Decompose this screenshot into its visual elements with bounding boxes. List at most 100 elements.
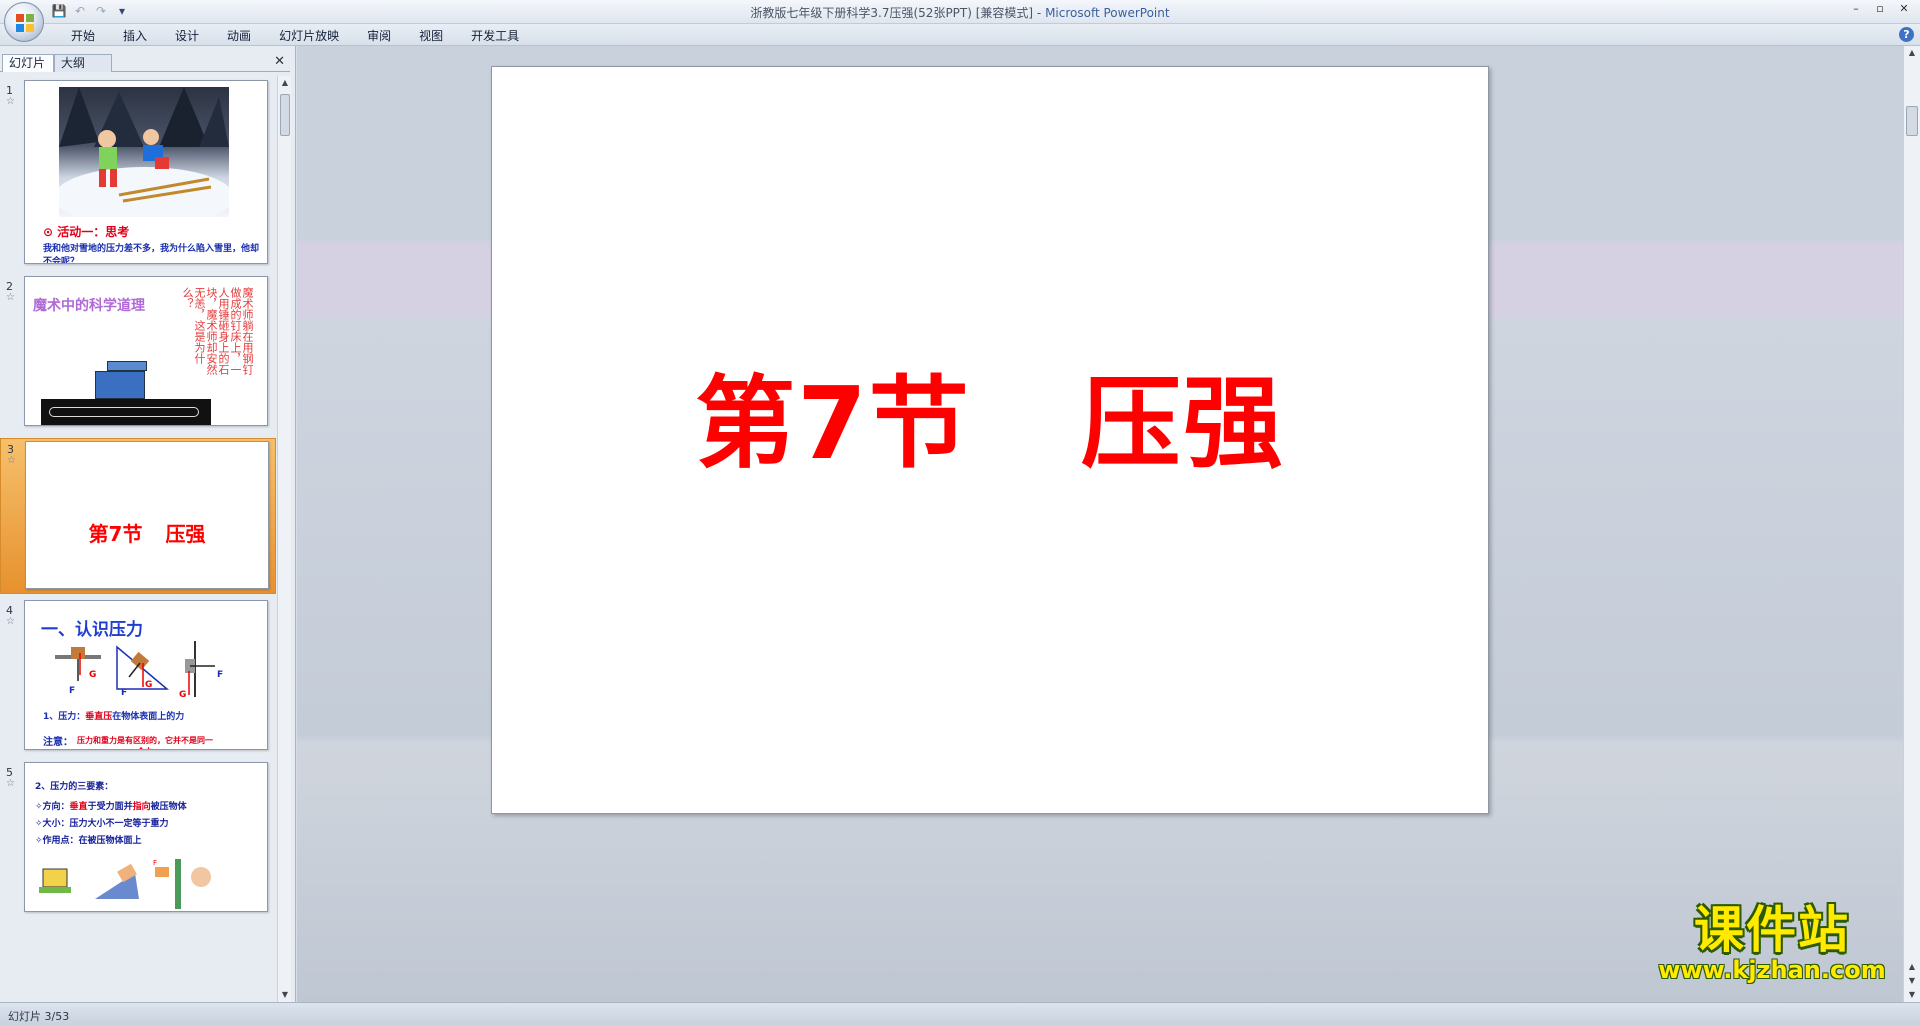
- svg-text:G: G: [89, 670, 96, 680]
- watermark-url: www.kjzhan.com: [1658, 956, 1886, 984]
- slide-4-note-label: 注意：: [43, 737, 73, 748]
- skiers-picture: [54, 87, 234, 227]
- tab-review[interactable]: 审阅: [353, 27, 405, 45]
- document-name: 浙教版七年级下册科学3.7压强(52张PPT) [兼容模式]: [750, 6, 1034, 20]
- ribbon: 开始 插入 设计 动画 幻灯片放映 审阅 视图 开发工具 ?: [0, 24, 1920, 46]
- transition-icon: ☆: [6, 778, 15, 789]
- force-diagrams: G F F G G F: [55, 641, 223, 697]
- slide-indicator: 幻灯片 3/53: [8, 1010, 70, 1023]
- watermark-text: 课件站: [1694, 901, 1850, 959]
- stone-block-shape: [95, 371, 145, 399]
- restore-icon[interactable]: ▫: [1870, 1, 1890, 17]
- slide-3-title-topic: 压强: [165, 522, 206, 546]
- scroll-up-arrow-icon[interactable]: ▲: [1905, 46, 1919, 60]
- slide-4-preview: 一、认识压力 G F F G G F 1、压力：垂直压在物体表面上的力 注意： …: [24, 600, 268, 750]
- minimize-icon[interactable]: –: [1846, 1, 1866, 17]
- point-text: 在被压物体面上: [78, 836, 142, 846]
- tab-developer[interactable]: 开发工具: [457, 27, 533, 45]
- app-name: Microsoft PowerPoint: [1045, 6, 1170, 20]
- main-scrollbar[interactable]: ▲ ▲ ▼ ▼: [1903, 46, 1920, 1002]
- thumbnail-slide-5[interactable]: 5 ☆ 2、压力的三要素： ✧方向：垂直于受力面并指向被压物体 ✧大小：压力大小…: [0, 762, 276, 918]
- transition-icon: ☆: [6, 292, 15, 303]
- definition-highlight: 垂直压: [85, 712, 113, 722]
- slide-2-preview: 魔术中的科学道理 魔术师躺在用钢钉做成的钉床上，一人用锤砸身上的石块，魔术师却安…: [24, 276, 268, 426]
- svg-text:G: G: [179, 690, 186, 697]
- svg-text:G: G: [145, 680, 152, 690]
- ribbon-tabs: 开始 插入 设计 动画 幻灯片放映 审阅 视图 开发工具: [57, 27, 533, 45]
- tab-animations[interactable]: 动画: [213, 27, 265, 45]
- slide-1-preview: ⊙ 活动一：思考 我和他对雪地的压力差不多，我为什么陷入雪里，他却不会呢？: [24, 80, 268, 264]
- direction-mid: 于受力面并: [87, 802, 133, 812]
- slide-4-definition: 1、压力：垂直压在物体表面上的力: [43, 709, 184, 722]
- definition-text: 在物体表面上的力: [112, 712, 185, 722]
- skiers-illustration: [54, 87, 234, 227]
- svg-text:F: F: [153, 859, 157, 867]
- size-text: 压力大小不一定等于重力: [69, 819, 169, 829]
- title-separator: -: [1033, 6, 1046, 20]
- previous-slide-icon[interactable]: ▲: [1905, 960, 1919, 974]
- transition-icon: ☆: [7, 455, 16, 466]
- definition-label: 1、压力：: [43, 712, 86, 722]
- tab-insert[interactable]: 插入: [109, 27, 161, 45]
- scroll-down-arrow-icon[interactable]: ▼: [1905, 988, 1919, 1002]
- svg-text:F: F: [69, 686, 75, 696]
- slide-1-body: 我和他对雪地的压力差不多，我为什么陷入雪里，他却不会呢？: [43, 244, 260, 264]
- magician-body-shape: [49, 407, 199, 417]
- close-icon[interactable]: ✕: [1894, 1, 1914, 17]
- title-bar: 💾 ↶ ↷ ▾ 浙教版七年级下册科学3.7压强(52张PPT) [兼容模式] -…: [0, 0, 1920, 42]
- slide-2-heading: 魔术中的科学道理: [33, 298, 145, 314]
- slides-pane: 幻灯片 大纲 ✕ 1 ☆ ⊙ 活动一：思考 我和他对雪地的压力差不多，我为什么陷…: [0, 46, 296, 1002]
- thumbnail-slide-2[interactable]: 2 ☆ 魔术中的科学道理 魔术师躺在用钢钉做成的钉床上，一人用锤砸身上的石块，魔…: [0, 276, 276, 432]
- direction-red-1: 垂直: [69, 802, 88, 812]
- thumbnail-scrollbar[interactable]: ▲ ▼: [277, 76, 291, 1002]
- direction-tail: 被压物体: [150, 802, 187, 812]
- tab-view[interactable]: 视图: [405, 27, 457, 45]
- slide-title-topic: 压强: [1080, 365, 1285, 482]
- tab-slides[interactable]: 幻灯片: [2, 54, 54, 72]
- slide-5-point: ✧作用点：在被压物体面上: [35, 833, 142, 846]
- next-slide-icon[interactable]: ▼: [1905, 974, 1919, 988]
- slide-5-diagrams: F: [39, 859, 211, 909]
- current-slide[interactable]: 第7节 压强: [491, 66, 1489, 814]
- svg-text:F: F: [217, 670, 223, 680]
- svg-text:F: F: [121, 688, 127, 697]
- thumbnail-slide-3[interactable]: 3 ☆ 第7节 压强: [0, 438, 276, 594]
- slide-5-size: ✧大小：压力大小不一定等于重力: [35, 816, 169, 829]
- slide-5-preview: 2、压力的三要素： ✧方向：垂直于受力面并指向被压物体 ✧大小：压力大小不一定等…: [24, 762, 268, 912]
- slide-3-preview: 第7节 压强: [25, 441, 269, 589]
- tab-slideshow[interactable]: 幻灯片放映: [265, 27, 353, 45]
- close-pane-icon[interactable]: ✕: [274, 55, 285, 69]
- scroll-thumb[interactable]: [280, 94, 290, 136]
- thumbnail-slide-4[interactable]: 4 ☆ 一、认识压力 G F F G G F 1、压力：垂直压在物体表面上的力 …: [0, 600, 276, 756]
- window-title: 浙教版七年级下册科学3.7压强(52张PPT) [兼容模式] - Microso…: [0, 4, 1920, 21]
- slide-4-note-text: 压力和重力是有区别的，它并不是同一个力: [77, 736, 213, 749]
- direction-red-2: 指向: [132, 802, 151, 812]
- scroll-thumb[interactable]: [1906, 106, 1918, 136]
- watermark-logo: 课件站 www.kjzhan.com: [1652, 903, 1892, 983]
- slide-5-direction: ✧方向：垂直于受力面并指向被压物体: [35, 799, 187, 812]
- scroll-down-arrow-icon[interactable]: ▼: [278, 988, 292, 1002]
- point-label: ✧作用点：: [35, 836, 79, 846]
- office-logo-icon: [16, 14, 34, 32]
- help-icon[interactable]: ?: [1899, 27, 1914, 42]
- direction-label: ✧方向：: [35, 802, 70, 812]
- slide-2-vertical-text: 魔术师躺在用钢钉做成的钉床上，一人用锤砸身上的石块，魔术师却安然无恙，这是为什么…: [181, 287, 254, 375]
- transition-icon: ☆: [6, 96, 15, 107]
- slide-1-heading: ⊙ 活动一：思考: [43, 225, 130, 239]
- thumbnail-slide-1[interactable]: 1 ☆ ⊙ 活动一：思考 我和他对雪地的压力差不多，我为什么陷入雪里，他却不会呢…: [0, 80, 276, 270]
- slide-3-title: 第7节 压强: [26, 518, 268, 547]
- thumbnail-list: 1 ☆ ⊙ 活动一：思考 我和他对雪地的压力差不多，我为什么陷入雪里，他却不会呢…: [0, 76, 276, 1002]
- slide-4-heading: 一、认识压力: [41, 620, 143, 640]
- hammer-shape: [107, 361, 147, 371]
- tab-outline[interactable]: 大纲: [54, 54, 112, 72]
- tab-design[interactable]: 设计: [161, 27, 213, 45]
- office-button[interactable]: [4, 2, 44, 42]
- window-controls: – ▫ ✕: [1846, 1, 1914, 17]
- transition-icon: ☆: [6, 616, 15, 627]
- slide-title-section: 第7节: [695, 365, 971, 482]
- slide-title[interactable]: 第7节 压强: [492, 369, 1488, 479]
- tab-home[interactable]: 开始: [57, 27, 109, 45]
- scroll-up-arrow-icon[interactable]: ▲: [278, 76, 292, 90]
- size-label: ✧大小：: [35, 819, 70, 829]
- slide-editing-area: 第7节 压强: [297, 46, 1903, 1002]
